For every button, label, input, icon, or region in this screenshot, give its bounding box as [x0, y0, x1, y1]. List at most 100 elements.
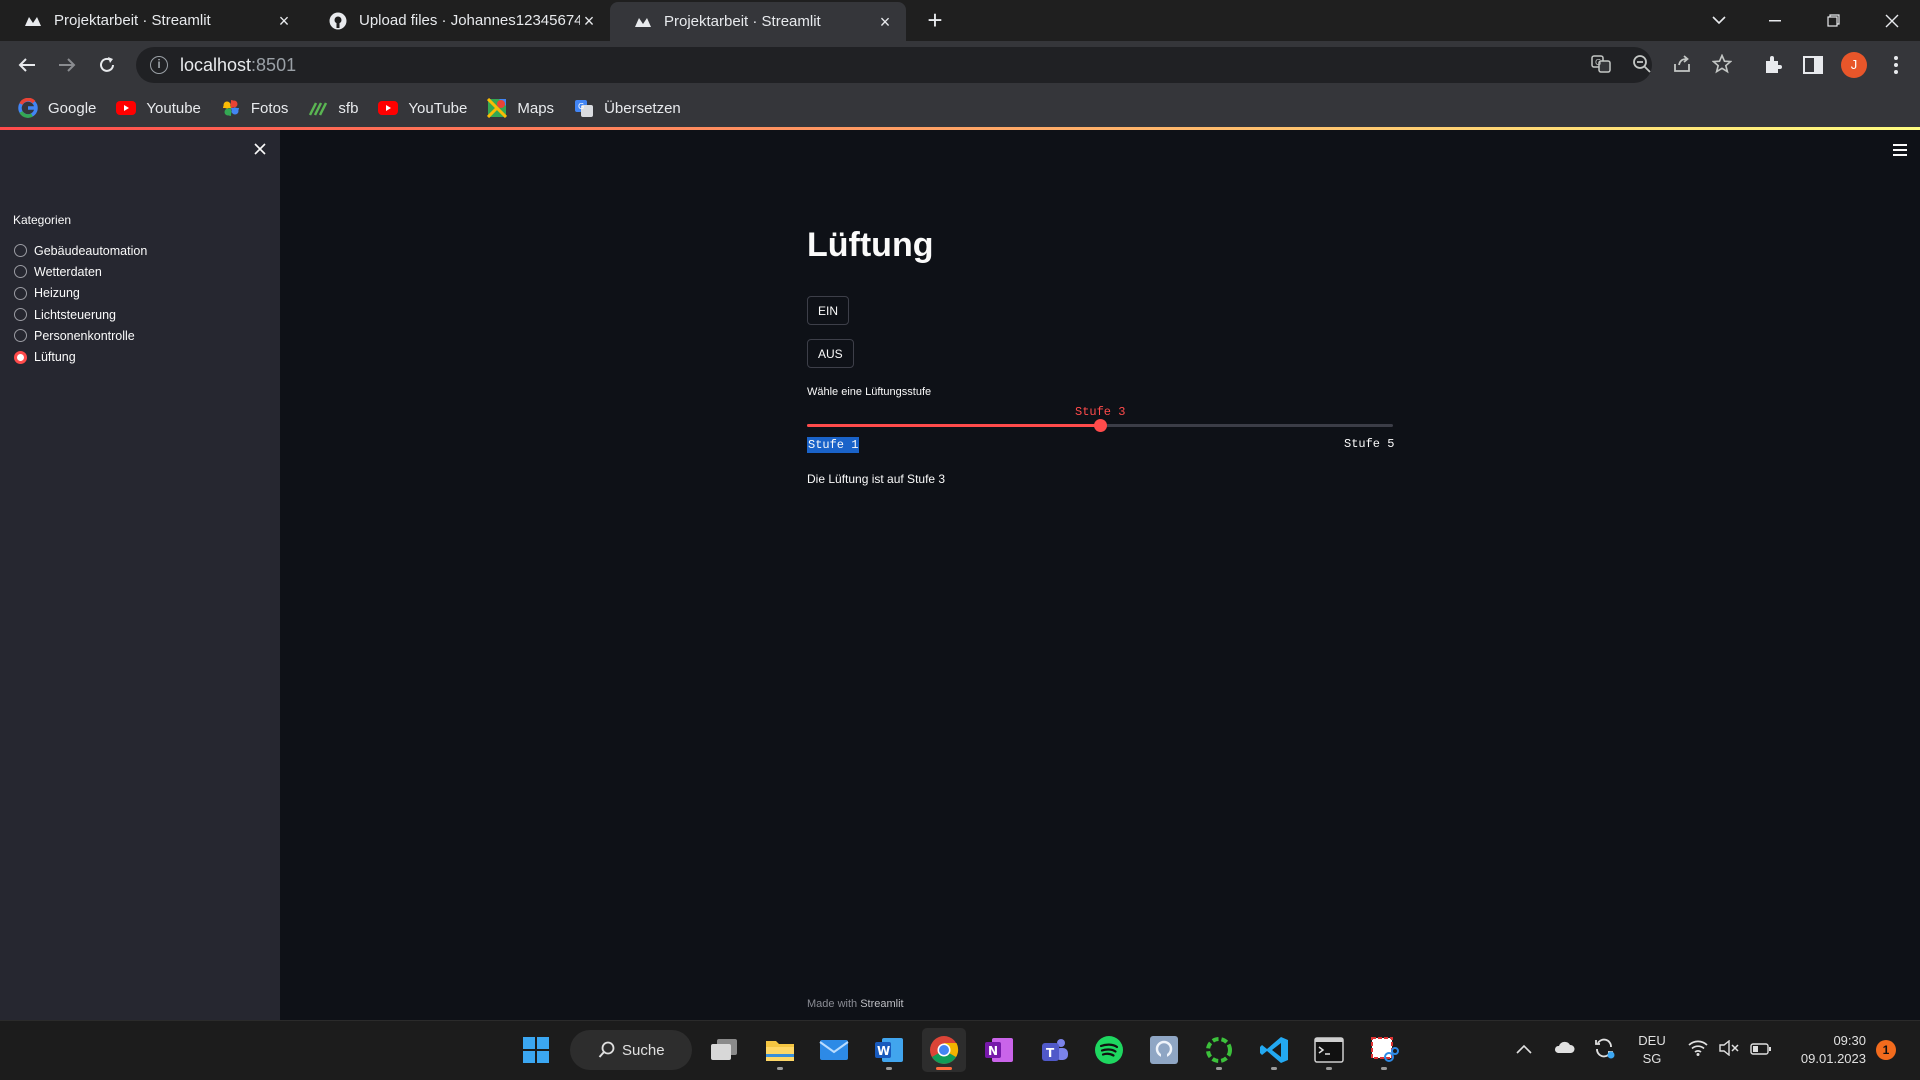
reload-button[interactable]: [91, 49, 123, 81]
share-icon[interactable]: [1672, 54, 1692, 74]
close-icon[interactable]: ×: [876, 13, 894, 31]
bookmark-youtube-2[interactable]: YouTube: [378, 98, 467, 118]
radio-button[interactable]: [14, 329, 27, 343]
sidebar-close-button[interactable]: [250, 140, 270, 160]
radio-button-selected[interactable]: [14, 350, 27, 364]
star-icon[interactable]: [1712, 54, 1732, 74]
zoom-out-icon[interactable]: [1632, 54, 1652, 74]
radio-heizung[interactable]: Heizung: [14, 283, 147, 304]
tab-title: Upload files · Johannes12345674: [359, 12, 580, 29]
vscode-app[interactable]: [1252, 1028, 1296, 1072]
ein-button[interactable]: EIN: [807, 296, 850, 325]
running-indicator: [886, 1067, 892, 1070]
bookmark-uebersetzen[interactable]: G Übersetzen: [574, 98, 681, 118]
streamlit-link[interactable]: Streamlit: [860, 998, 903, 1010]
bookmark-google[interactable]: Google: [18, 98, 96, 118]
browser-tab-1[interactable]: Projektarbeit · Streamlit ×: [0, 0, 305, 41]
browser-tab-2[interactable]: Upload files · Johannes12345674 ×: [305, 0, 610, 41]
side-panel-icon[interactable]: [1802, 54, 1824, 76]
address-bar[interactable]: i localhost :8501: [136, 47, 1652, 83]
forward-button[interactable]: [51, 49, 83, 81]
hamburger-menu-icon[interactable]: [1893, 144, 1907, 156]
close-icon[interactable]: ×: [580, 12, 598, 30]
radio-label: Personenkontrolle: [34, 328, 135, 343]
running-indicator: [1216, 1067, 1222, 1070]
close-icon[interactable]: ×: [275, 12, 293, 30]
info-icon[interactable]: i: [150, 56, 168, 74]
input-language-indicator[interactable]: DEU SG: [1636, 1032, 1668, 1068]
notification-badge[interactable]: 1: [1876, 1040, 1896, 1060]
slider-thumb[interactable]: [1093, 419, 1107, 432]
radio-personenkontrolle[interactable]: Personenkontrolle: [14, 325, 147, 346]
terminal-app[interactable]: [1307, 1028, 1351, 1072]
onedrive-icon[interactable]: [1553, 1040, 1575, 1059]
snipping-tool-app[interactable]: [1362, 1028, 1406, 1072]
sync-icon[interactable]: [1593, 1037, 1615, 1064]
radio-wetterdaten[interactable]: Wetterdaten: [14, 261, 147, 282]
browser-tab-3[interactable]: Projektarbeit · Streamlit ×: [610, 2, 906, 41]
youtube-icon: [116, 98, 137, 118]
radio-label: Wetterdaten: [34, 264, 102, 279]
svg-text:G: G: [578, 102, 584, 111]
word-app[interactable]: W: [867, 1028, 911, 1072]
file-explorer-app[interactable]: [758, 1028, 802, 1072]
volume-muted-icon[interactable]: [1719, 1039, 1739, 1061]
category-radio-group: Gebäudeautomation Wetterdaten Heizung Li…: [14, 240, 147, 368]
radio-gebaeudeautomation[interactable]: Gebäudeautomation: [14, 240, 147, 261]
teams-app[interactable]: T: [1032, 1028, 1076, 1072]
tab-search-button[interactable]: [1691, 0, 1747, 41]
radio-lueftung[interactable]: Lüftung: [14, 346, 147, 367]
ring-app[interactable]: [1197, 1028, 1241, 1072]
close-icon: [1885, 14, 1899, 27]
bookmark-label: Maps: [517, 99, 555, 117]
ring-icon: [1206, 1037, 1232, 1063]
clock-time: 09:30: [1833, 1033, 1866, 1048]
task-view-button[interactable]: [702, 1028, 746, 1072]
bookmark-sfb[interactable]: sfb: [308, 98, 358, 118]
bookmark-fotos[interactable]: Fotos: [221, 98, 288, 118]
browser-toolbar: i localhost :8501 G: [0, 41, 1920, 89]
start-button[interactable]: [514, 1028, 558, 1072]
radio-button[interactable]: [14, 265, 27, 279]
battery-icon[interactable]: [1750, 1042, 1772, 1060]
bookmark-youtube[interactable]: Youtube: [116, 98, 201, 118]
profile-avatar[interactable]: J: [1841, 52, 1867, 78]
onenote-icon: N: [985, 1038, 1013, 1062]
extensions-icon[interactable]: [1762, 54, 1784, 76]
taskbar-search[interactable]: Suche: [570, 1030, 692, 1070]
app-generic[interactable]: [1142, 1028, 1186, 1072]
radio-lichtsteuerung[interactable]: Lichtsteuerung: [14, 304, 147, 325]
radio-button[interactable]: [14, 286, 27, 300]
snipping-icon: [1371, 1037, 1399, 1062]
wifi-icon[interactable]: [1688, 1040, 1708, 1061]
spotify-app[interactable]: [1087, 1028, 1131, 1072]
back-button[interactable]: [11, 49, 43, 81]
radio-button[interactable]: [14, 244, 27, 258]
slider-fill: [807, 424, 1100, 427]
mail-app[interactable]: [812, 1028, 856, 1072]
chevron-up-icon: [1516, 1044, 1532, 1054]
restore-button[interactable]: [1805, 0, 1861, 41]
close-window-button[interactable]: [1864, 0, 1920, 41]
slider-min-label: Stufe 1: [807, 437, 860, 453]
aus-button[interactable]: AUS: [807, 339, 854, 368]
new-tab-button[interactable]: +: [922, 7, 948, 34]
url-host: localhost: [180, 54, 252, 75]
clock[interactable]: 09:30 09.01.2023: [1786, 1032, 1866, 1068]
svg-text:T: T: [1046, 1046, 1055, 1060]
translate-icon[interactable]: G: [1591, 54, 1611, 74]
menu-dots-icon[interactable]: [1885, 54, 1907, 76]
close-icon: [254, 143, 266, 155]
chrome-app[interactable]: [922, 1028, 966, 1072]
onenote-app[interactable]: N: [977, 1028, 1021, 1072]
radio-button[interactable]: [14, 308, 27, 322]
minimize-button[interactable]: [1747, 0, 1803, 41]
show-hidden-icons-button[interactable]: [1516, 1041, 1532, 1059]
windows-icon: [523, 1037, 549, 1063]
maps-icon: [487, 98, 508, 118]
search-label: Suche: [622, 1041, 665, 1059]
browser-tab-strip: Projektarbeit · Streamlit × Upload files…: [0, 0, 1920, 41]
bookmark-maps[interactable]: Maps: [487, 98, 554, 118]
running-indicator: [1326, 1067, 1332, 1070]
radio-label: Lichtsteuerung: [34, 307, 117, 322]
